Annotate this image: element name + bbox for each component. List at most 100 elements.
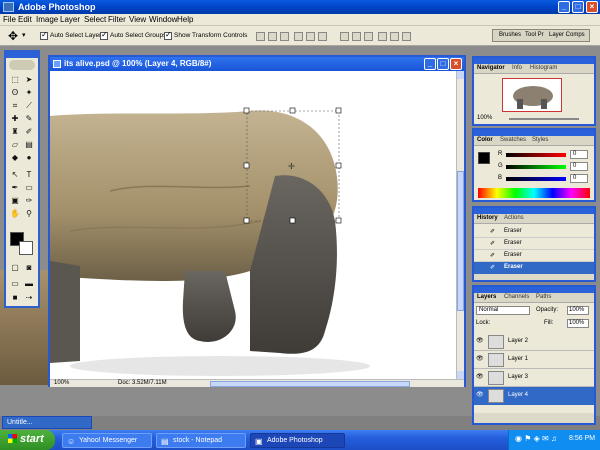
dodge-tool-icon[interactable]: ● [22, 152, 36, 164]
lasso-tool-icon[interactable]: ʘ [8, 87, 22, 99]
channel-b-slider[interactable] [506, 177, 566, 181]
move-tool-icon[interactable]: ➤ [22, 74, 36, 86]
vertical-scrollbar[interactable] [456, 71, 464, 379]
horizontal-scroll-thumb[interactable] [210, 381, 410, 387]
minimize-button[interactable]: _ [558, 1, 570, 13]
channel-g-slider[interactable] [506, 165, 566, 169]
align-hcenter-icon[interactable] [306, 32, 315, 41]
tab-actions[interactable]: Actions [504, 215, 524, 221]
auto-select-layer-checkbox[interactable] [40, 30, 48, 40]
menu-filter[interactable]: Filter [108, 15, 126, 24]
menu-edit[interactable]: Edit [18, 15, 32, 24]
well-tab-tool-presets[interactable]: Tool Pr [525, 32, 544, 38]
align-left-icon[interactable] [294, 32, 303, 41]
navigator-thumbnail[interactable] [502, 78, 562, 112]
opacity-input[interactable]: 100% [567, 306, 589, 315]
zoom-level[interactable]: 100% [54, 380, 69, 386]
zoom-tool-icon[interactable]: ⚲ [22, 208, 36, 220]
menu-layer[interactable]: Layer [60, 15, 80, 24]
type-tool-icon[interactable]: T [22, 169, 36, 181]
distribute-right-icon[interactable] [402, 32, 411, 41]
vertical-scroll-thumb[interactable] [457, 171, 464, 311]
layer-row[interactable]: 👁 Layer 1 [474, 351, 594, 369]
screen-mode-1-icon[interactable]: ▭ [8, 278, 22, 290]
jump-to-imageready-icon[interactable]: ⇢ [22, 292, 36, 304]
channel-g-value[interactable]: 0 [570, 162, 588, 171]
menu-select[interactable]: Select [84, 15, 106, 24]
tab-history[interactable]: History [477, 215, 498, 221]
shape-tool-icon[interactable]: ▭ [22, 182, 36, 194]
start-button[interactable]: start [0, 430, 55, 450]
fill-input[interactable]: 100% [567, 319, 589, 328]
menu-image[interactable]: Image [36, 15, 58, 24]
doc-maximize-button[interactable]: □ [437, 58, 449, 70]
doc-close-button[interactable]: × [450, 58, 462, 70]
color-ramp[interactable] [478, 188, 590, 198]
tab-histogram[interactable]: Histogram [530, 65, 557, 71]
eyedropper-icon[interactable]: ✑ [22, 195, 36, 207]
minimized-document[interactable]: Untitle... [2, 416, 92, 429]
gradient-tool-icon[interactable]: ▤ [22, 139, 36, 151]
blend-mode-select[interactable]: Normal [476, 306, 530, 315]
tab-color[interactable]: Color [477, 137, 493, 143]
layer-row-selected[interactable]: 👁 Layer 4 [474, 387, 594, 405]
history-item-selected[interactable]: ✐ Eraser [474, 262, 594, 274]
background-color-swatch[interactable] [19, 241, 33, 255]
distribute-left-icon[interactable] [378, 32, 387, 41]
well-tab-layer-comps[interactable]: Layer Comps [549, 32, 585, 38]
hand-tool-icon[interactable]: ✋ [8, 208, 22, 220]
tab-navigator[interactable]: Navigator [477, 65, 505, 71]
align-bottom-icon[interactable] [280, 32, 289, 41]
menu-view[interactable]: View [129, 15, 146, 24]
eye-icon[interactable]: 👁 [476, 337, 484, 344]
path-select-icon[interactable]: ↖ [8, 169, 22, 181]
distribute-top-icon[interactable] [340, 32, 349, 41]
distribute-vcenter-icon[interactable] [352, 32, 361, 41]
channel-b-value[interactable]: 0 [570, 174, 588, 183]
notes-tool-icon[interactable]: ▣ [8, 195, 22, 207]
history-item[interactable]: ✐ Eraser [474, 238, 594, 250]
align-vcenter-icon[interactable] [268, 32, 277, 41]
pen-tool-icon[interactable]: ✒ [8, 182, 22, 194]
taskbar-item-photoshop[interactable]: ▣ Adobe Photoshop [250, 433, 345, 448]
layer-row[interactable]: 👁 Layer 3 [474, 369, 594, 387]
distribute-bottom-icon[interactable] [364, 32, 373, 41]
eye-icon[interactable]: 👁 [476, 373, 484, 380]
well-tab-brushes[interactable]: Brushes [499, 32, 521, 38]
scroll-down-arrow[interactable] [457, 371, 464, 379]
eye-icon[interactable]: 👁 [476, 391, 484, 398]
taskbar-item-notepad[interactable]: ▤ stock - Notepad [156, 433, 246, 448]
clone-stamp-icon[interactable]: ♜ [8, 126, 22, 138]
marquee-tool-icon[interactable]: ⬚ [8, 74, 22, 86]
tab-info[interactable]: Info [512, 65, 522, 71]
menu-file[interactable]: File [3, 15, 16, 24]
menu-window[interactable]: Window [149, 15, 177, 24]
brush-tool-icon[interactable]: ✎ [22, 113, 36, 125]
crop-tool-icon[interactable]: ⌗ [8, 100, 22, 112]
eraser-tool-icon[interactable]: ▱ [8, 139, 22, 151]
tab-paths[interactable]: Paths [536, 294, 551, 300]
tab-styles[interactable]: Styles [532, 137, 548, 143]
channel-r-slider[interactable] [506, 153, 566, 157]
eye-icon[interactable]: 👁 [476, 355, 484, 362]
screen-mode-3-icon[interactable]: ■ [8, 292, 22, 304]
align-top-icon[interactable] [256, 32, 265, 41]
healing-brush-icon[interactable]: ✚ [8, 113, 22, 125]
slice-tool-icon[interactable]: ⟋ [22, 100, 36, 112]
canvas[interactable]: ✛ [50, 71, 456, 379]
history-item[interactable]: ✐ Eraser [474, 226, 594, 238]
channel-r-value[interactable]: 0 [570, 150, 588, 159]
chevron-down-icon[interactable]: ▾ [22, 31, 26, 39]
tab-channels[interactable]: Channels [504, 294, 529, 300]
navigator-zoom-slider[interactable] [509, 118, 579, 120]
doc-minimize-button[interactable]: _ [424, 58, 436, 70]
scroll-up-arrow[interactable] [457, 71, 464, 79]
navigator-zoom[interactable]: 100% [477, 115, 492, 121]
tray-icons[interactable]: ◉ ⚑ ◈ ✉ ♫ [515, 434, 557, 443]
color-foreground-swatch[interactable] [478, 152, 490, 164]
history-brush-icon[interactable]: ✐ [22, 126, 36, 138]
align-right-icon[interactable] [318, 32, 327, 41]
magic-wand-icon[interactable]: ✦ [22, 87, 36, 99]
show-transform-controls-checkbox[interactable] [164, 30, 172, 40]
tab-layers[interactable]: Layers [477, 294, 496, 300]
